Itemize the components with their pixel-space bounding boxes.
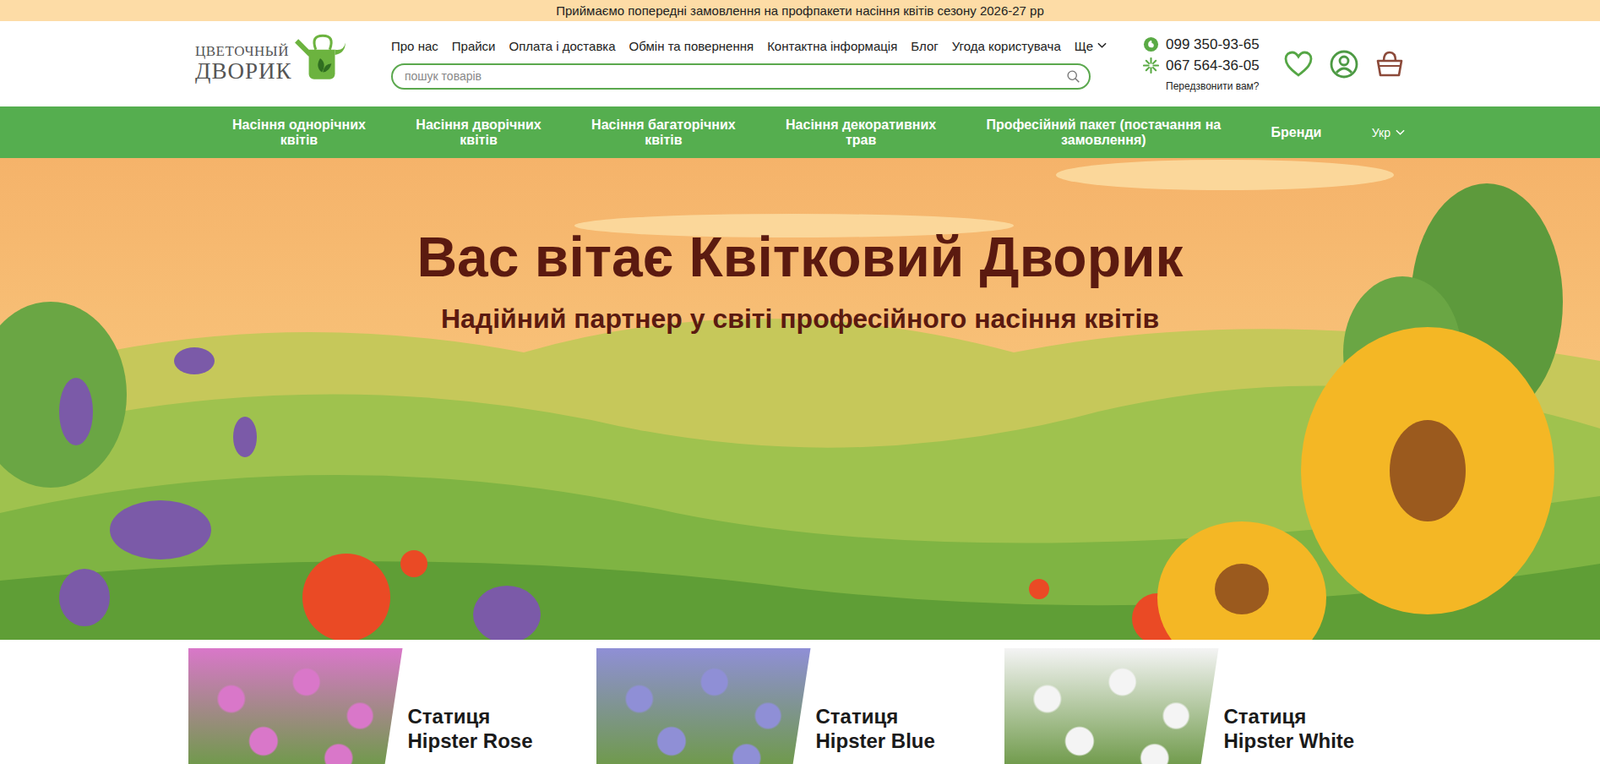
heart-icon[interactable] — [1283, 48, 1314, 80]
top-nav-link[interactable]: Угода користувача — [952, 38, 1062, 54]
category-line: замовлення) — [1061, 132, 1147, 148]
phone-text: 099 350-93-65 — [1165, 36, 1260, 54]
category-line: квітів — [644, 132, 682, 148]
category-link[interactable]: Бренди — [1271, 120, 1323, 145]
category-link[interactable]: Насіння багаторічнихквітів — [591, 113, 736, 153]
category-link[interactable]: Насіння дворічнихквітів — [415, 113, 541, 153]
language-label: Укр — [1371, 125, 1391, 140]
top-nav-link[interactable]: Про нас — [391, 38, 439, 54]
category-line: квітів — [459, 132, 497, 148]
promo-photo — [1004, 647, 1220, 764]
category-nav-inner: Насіння однорічнихквітівНасіння дворічни… — [195, 106, 1405, 158]
search-box — [391, 63, 1091, 90]
promo-title: Статиця — [408, 703, 534, 729]
hero-subtitle: Надійний партнер у світі професійного на… — [0, 302, 1600, 335]
promo-tiles: СтатицяHipster RoseСтатицяHipster BlueСт… — [188, 639, 1413, 764]
promo-subtitle: Hipster Rose — [408, 728, 534, 753]
category-link[interactable]: Професійний пакет (постачання назамовлен… — [986, 113, 1222, 153]
promo-text: СтатицяHipster White — [1219, 647, 1356, 764]
promo-photo — [596, 647, 811, 764]
watering-can-icon — [293, 33, 349, 83]
basket-icon[interactable] — [1374, 48, 1405, 80]
logo-line2: ДВОРИК — [195, 59, 292, 83]
category-line: Насіння декоративних — [785, 117, 937, 133]
hero-banner: Вас вітає Квітковий Дворик Надійний партн… — [0, 157, 1600, 640]
category-line: Насіння дворічних — [415, 117, 541, 133]
top-nav-link[interactable]: Прайси — [451, 38, 496, 54]
top-nav-link[interactable]: Блог — [910, 38, 938, 54]
chevron-down-icon — [1395, 129, 1405, 137]
promo-tile[interactable]: СтатицяHipster White — [1004, 647, 1413, 764]
category-nav: Насіння однорічнихквітівНасіння дворічни… — [0, 106, 1600, 158]
hero-text: Вас вітає Квітковий Дворик Надійний партн… — [0, 157, 1600, 336]
callback-link[interactable]: Передзвонити вам? — [1165, 80, 1260, 93]
header-inner: ЦВЕТОЧНЫЙДВОРИК Про нас Прайси Оплата і дос… — [195, 21, 1405, 107]
kyivstar-icon — [1142, 57, 1160, 74]
more-menu[interactable]: Ще — [1074, 38, 1107, 54]
language-switch[interactable]: Укр — [1371, 125, 1405, 140]
header-actions — [1283, 48, 1405, 80]
category-line: трав — [845, 132, 877, 148]
promo-tile[interactable]: СтатицяHipster Rose — [188, 647, 597, 764]
logo-text: ЦВЕТОЧНЫЙДВОРИК — [195, 43, 292, 83]
phone-number[interactable]: 099 350-93-65 — [1142, 36, 1260, 54]
promo-text: СтатицяHipster Blue — [810, 647, 936, 764]
hero-title: Вас вітає Квітковий Дворик — [0, 223, 1600, 291]
category-link[interactable]: Насіння однорічнихквітів — [232, 113, 366, 153]
promo-title: Статиця — [816, 703, 936, 729]
phone-text: 067 564-36-05 — [1165, 57, 1260, 75]
promo-title: Статиця — [1224, 703, 1356, 729]
announcement-bar: Приймаємо попередні замовлення на профпа… — [0, 0, 1600, 22]
promo-subtitle: Hipster Blue — [816, 728, 936, 753]
vodafone-icon — [1142, 36, 1160, 53]
promo-tile[interactable]: СтатицяHipster Blue — [596, 647, 1005, 764]
page: Приймаємо попередні замовлення на профпа… — [0, 0, 1600, 764]
phone-number[interactable]: 067 564-36-05 — [1142, 57, 1260, 75]
top-nav-link[interactable]: Контактна інформація — [767, 38, 898, 54]
top-nav: Про нас Прайси Оплата і доставка Обмін та п… — [391, 38, 1091, 54]
promo-photo — [188, 647, 403, 764]
category-line: Професійний пакет (постачання на — [986, 117, 1222, 133]
chevron-down-icon — [1097, 42, 1107, 49]
promo-subtitle: Hipster White — [1224, 728, 1356, 753]
category-link[interactable]: Насіння декоративнихтрав — [785, 113, 937, 153]
top-nav-link[interactable]: Оплата і доставка — [509, 38, 616, 54]
top-nav-link[interactable]: Обмін та повернення — [629, 38, 755, 54]
category-line: Насіння багаторічних — [591, 117, 736, 133]
category-line: Бренди — [1271, 125, 1323, 141]
user-icon[interactable] — [1328, 48, 1360, 80]
more-label: Ще — [1074, 38, 1094, 54]
category-line: квітів — [280, 132, 318, 148]
magnifier-icon[interactable] — [1066, 69, 1081, 84]
logo[interactable]: ЦВЕТОЧНЫЙДВОРИК — [195, 43, 356, 83]
logo-line1: ЦВЕТОЧНЫЙ — [195, 43, 292, 60]
search-input[interactable] — [404, 65, 1067, 87]
header: ЦВЕТОЧНЫЙДВОРИК Про нас Прайси Оплата і дос… — [0, 21, 1600, 107]
header-center: Про нас Прайси Оплата і доставка Обмін та п… — [391, 38, 1091, 90]
category-line: Насіння однорічних — [232, 117, 366, 133]
promo-text: СтатицяHipster Rose — [402, 647, 534, 764]
phones: 099 350-93-65 067 564-36-05 Передзвонити в… — [1142, 36, 1260, 93]
